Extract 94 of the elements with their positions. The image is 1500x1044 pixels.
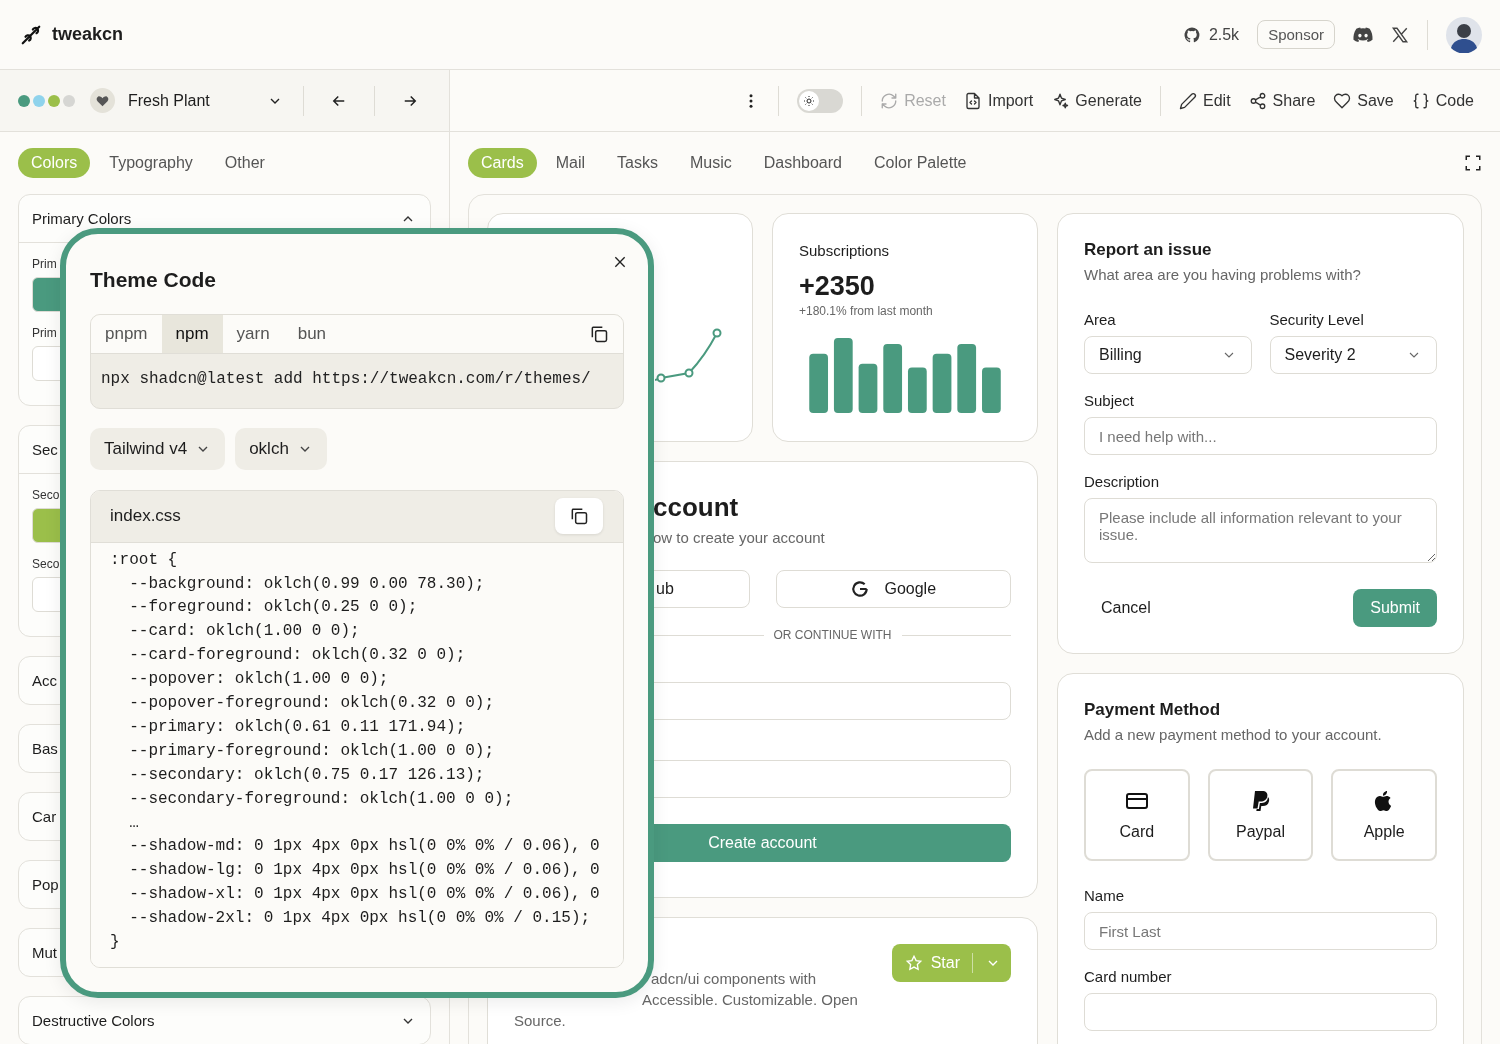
chart-bar: [858, 363, 878, 413]
toolbar-button[interactable]: Share: [1248, 91, 1316, 110]
payment-option[interactable]: Paypal: [1207, 769, 1314, 861]
file-name: index.css: [110, 506, 181, 527]
section-title[interactable]: Primary Colors: [32, 210, 132, 227]
card-subtitle: Add a new payment method to your account.: [1084, 726, 1382, 743]
braces-icon: [1411, 91, 1430, 110]
package-manager-tab[interactable]: npm: [161, 315, 223, 353]
field-label: Prim: [32, 326, 57, 340]
package-manager-tab[interactable]: bun: [283, 315, 341, 353]
section-title[interactable]: Acc: [32, 672, 57, 689]
editor-tab[interactable]: Typography: [96, 148, 206, 178]
toolbar-button[interactable]: Edit: [1179, 91, 1231, 110]
field-label: Name: [1084, 887, 1124, 904]
field-label: Security Level: [1269, 311, 1364, 328]
install-command: npx shadcn@latest add https://tweakcn.com/r/themes/: [100, 369, 592, 390]
fullscreen-icon[interactable]: [1464, 154, 1482, 172]
field-label: Description: [1084, 473, 1160, 490]
section-title[interactable]: Destructive Colors: [32, 1012, 155, 1029]
package-manager-tab[interactable]: yarn: [222, 315, 284, 353]
field-label: Seco: [32, 557, 60, 571]
payment-option[interactable]: Card: [1084, 769, 1190, 861]
field-label: Area: [1084, 311, 1116, 328]
repo-description: adcn/ui components with: [651, 969, 817, 989]
app-name: tweakcn: [52, 24, 124, 45]
payment-option[interactable]: Apple: [1331, 769, 1437, 861]
field-label: Subject: [1084, 392, 1135, 409]
format-select[interactable]: Tailwind v4: [90, 428, 226, 470]
color-format-select[interactable]: oklch: [235, 428, 327, 470]
metric-change: +180.1% from last month: [799, 304, 933, 318]
toolbar-button[interactable]: Code: [1411, 91, 1474, 110]
share-icon: [1248, 91, 1267, 110]
toolbar-button[interactable]: Generate: [1051, 91, 1142, 110]
repo-description: Accessible. Customizable. Open Source.: [514, 990, 859, 1031]
name-field[interactable]: First Last: [1084, 912, 1437, 950]
theme-toggle[interactable]: [797, 88, 844, 113]
x-logo-icon[interactable]: [1391, 25, 1409, 44]
package-manager-tab[interactable]: pnpm: [91, 315, 162, 353]
dialog-title: Theme Code: [90, 268, 218, 292]
section-title[interactable]: Bas: [32, 740, 58, 757]
card-subtitle: ow to create your account: [653, 529, 825, 546]
subject-field[interactable]: I need help with...: [1084, 417, 1437, 455]
copy-icon: [569, 506, 589, 527]
github-stars-link[interactable]: 2.5k: [1182, 25, 1240, 44]
logo-icon: [20, 23, 42, 46]
card-number-field[interactable]: [1084, 993, 1437, 1031]
area-select[interactable]: Billing: [1084, 336, 1252, 374]
field-label: Seco: [32, 488, 60, 502]
cancel-button[interactable]: Cancel: [1084, 589, 1168, 627]
field-label: Prim: [32, 257, 57, 271]
description-field[interactable]: Please include all information relevant to your issue.: [1084, 498, 1437, 563]
star-icon: [904, 954, 923, 972]
toolbar-button[interactable]: Save: [1333, 91, 1394, 110]
google-icon: [850, 579, 871, 599]
sponsor-button[interactable]: Sponsor: [1257, 20, 1335, 49]
sparkles-icon: [1051, 91, 1070, 110]
metric-value: +2350: [799, 271, 875, 302]
preview-tab[interactable]: Mail: [542, 148, 599, 178]
editor-tab[interactable]: Other: [211, 148, 278, 178]
refresh-icon: [880, 91, 899, 110]
file-code-icon: [963, 91, 982, 110]
divider-label: OR CONTINUE WITH: [773, 628, 892, 642]
chart-bar: [809, 353, 828, 413]
chart-bar: [957, 343, 977, 413]
section-title[interactable]: Sec: [32, 441, 58, 458]
card-title: Subscriptions: [799, 242, 890, 259]
field-label: Card number: [1084, 968, 1172, 985]
close-icon[interactable]: [612, 254, 628, 270]
card-title: ccount: [653, 492, 739, 523]
card-subtitle: What area are you having problems with?: [1084, 266, 1361, 283]
toolbar-button[interactable]: Import: [963, 91, 1034, 110]
copy-icon[interactable]: [589, 324, 609, 344]
severity-select[interactable]: Severity 2: [1269, 336, 1437, 374]
pencil-icon: [1179, 91, 1197, 110]
theme-select[interactable]: Fresh Plant: [89, 87, 289, 114]
sun-icon: [803, 94, 816, 107]
avatar[interactable]: [1446, 16, 1482, 53]
section-title[interactable]: Mut: [32, 944, 57, 961]
preview-tab[interactable]: Dashboard: [750, 148, 855, 178]
chart-bar: [932, 353, 952, 413]
chart-bar: [883, 343, 903, 413]
social-button[interactable]: Google: [775, 570, 1011, 608]
section-title[interactable]: Car: [32, 808, 57, 825]
heart-icon: [1333, 91, 1352, 110]
preview-tab[interactable]: Music: [676, 148, 745, 178]
copy-button[interactable]: [555, 498, 603, 535]
chart-bar: [982, 367, 1001, 413]
github-icon: [1182, 25, 1201, 44]
card-title: Report an issue: [1084, 240, 1212, 260]
section-title[interactable]: Pop: [32, 876, 59, 893]
preview-tab[interactable]: Tasks: [604, 148, 671, 178]
chart-bar: [907, 367, 927, 413]
preview-tab[interactable]: Color Palette: [861, 148, 980, 178]
card-title: Payment Method: [1084, 700, 1221, 720]
